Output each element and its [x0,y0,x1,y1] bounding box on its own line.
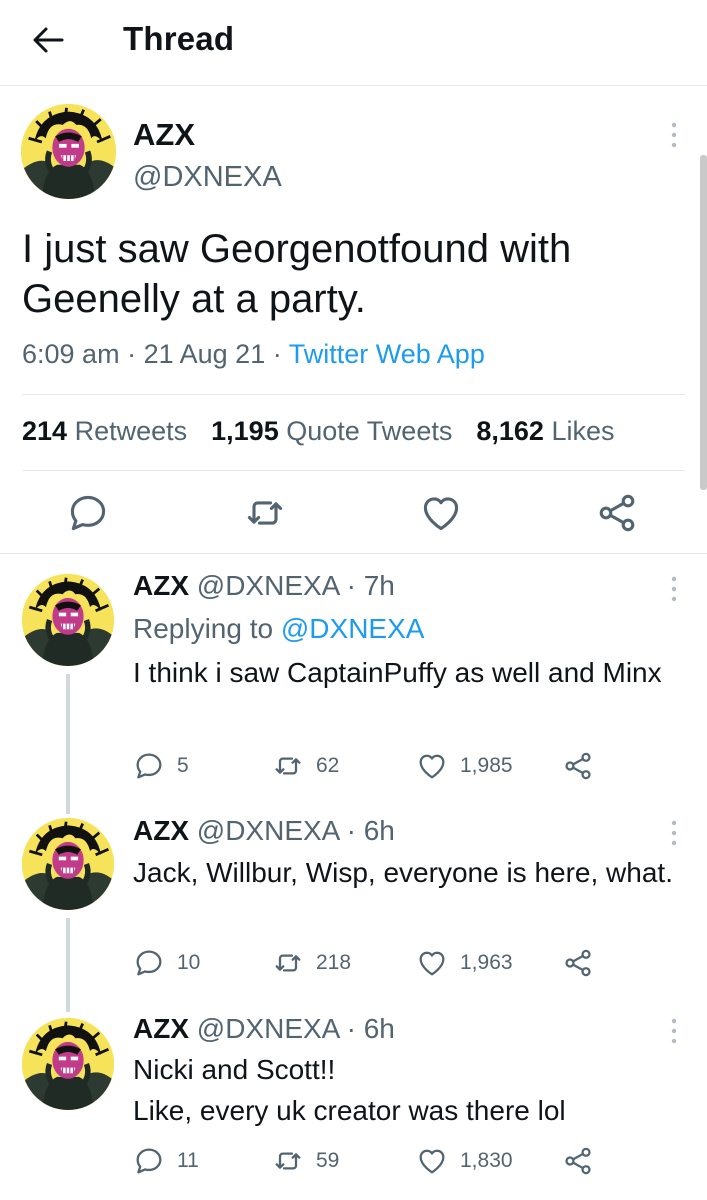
avatar[interactable] [21,104,116,199]
share-button[interactable] [562,750,594,782]
replying-to: Replying to @DXNEXA [133,613,424,645]
reply-button[interactable]: 10 [133,947,200,979]
likes-label: Likes [551,416,615,446]
share-icon [562,1145,594,1177]
retweets-label: Retweets [74,416,188,446]
share-icon [562,750,594,782]
reply-count: 10 [177,951,201,974]
display-name[interactable]: AZX [133,570,189,601]
avatar[interactable] [22,818,114,910]
like-icon [416,750,448,782]
meta-separator: · [127,339,137,369]
avatar[interactable] [22,1018,114,1110]
top-bar: Thread [0,0,707,86]
display-name[interactable]: AZX [133,1013,189,1044]
divider [22,394,685,395]
tweet-text: I think i saw CaptainPuffy as well and M… [133,657,662,688]
more-icon[interactable] [666,120,682,150]
meta-separator: · [272,339,282,369]
tweet-text: Nicki and Scott!! Like, every uk creator… [133,1049,673,1131]
retweet-icon [272,750,304,782]
username[interactable]: @DXNEXA [197,815,339,846]
likes-stat[interactable]: 8,162 Likes [476,416,614,446]
reply-icon[interactable] [66,491,110,535]
like-button[interactable]: 1,985 [416,750,513,782]
tweet-stats: 214 Retweets 1,195 Quote Tweets 8,162 Like… [22,416,638,447]
reply-icon [133,1145,165,1177]
retweets-stat[interactable]: 214 Retweets [22,416,187,446]
retweets-count: 214 [22,416,68,446]
tweet-date[interactable]: 21 Aug 21 [144,339,266,369]
divider [22,470,685,471]
retweet-count: 218 [316,951,352,974]
retweet-icon [272,1145,304,1177]
tweet-source-link[interactable]: Twitter Web App [289,339,485,369]
reply-button[interactable]: 11 [133,1145,199,1177]
like-icon [416,1145,448,1177]
reply-button[interactable]: 5 [133,750,189,782]
reply-icon [133,947,165,979]
tweet-time[interactable]: · 6h [347,815,395,846]
share-icon[interactable] [595,491,639,535]
more-icon[interactable] [666,818,682,848]
tweet-time[interactable]: 6:09 am [22,339,120,369]
replying-label: Replying to [133,613,274,644]
reply-header: AZX @DXNEXA · 6h [133,815,395,847]
retweet-icon [272,947,304,979]
username[interactable]: @DXNEXA [133,161,282,194]
share-button[interactable] [562,947,594,979]
reply-icon [133,750,165,782]
retweet-icon[interactable] [243,491,287,535]
like-icon [416,947,448,979]
more-icon[interactable] [666,574,682,604]
tweet-time[interactable]: · 7h [347,570,395,601]
like-button[interactable]: 1,830 [416,1145,513,1177]
back-arrow-icon[interactable] [28,22,68,58]
like-count: 1,830 [460,1149,513,1172]
thread-line [66,674,70,814]
avatar[interactable] [22,574,114,666]
reply-header: AZX @DXNEXA · 6h [133,1013,395,1045]
quote-tweets-label: Quote Tweets [286,416,453,446]
retweet-count: 59 [316,1149,340,1172]
tweet-text-line: Like, every uk creator was there lol [133,1095,566,1126]
like-count: 1,985 [460,754,513,777]
likes-count: 8,162 [476,416,544,446]
share-icon [562,947,594,979]
reply-header: AZX @DXNEXA · 7h [133,570,395,602]
like-count: 1,963 [460,951,513,974]
like-icon[interactable] [419,491,463,535]
tweet-text: I just saw Georgenotfound with Geenelly … [22,227,572,321]
like-button[interactable]: 1,963 [416,947,513,979]
retweet-button[interactable]: 62 [272,750,339,782]
share-button[interactable] [562,1145,594,1177]
display-name[interactable]: AZX [133,117,195,153]
more-icon[interactable] [666,1016,682,1046]
retweet-button[interactable]: 59 [272,1145,339,1177]
page-title: Thread [123,20,235,57]
quote-tweets-stat[interactable]: 1,195 Quote Tweets [211,416,452,446]
retweet-count: 62 [316,754,340,777]
divider [0,553,707,554]
display-name[interactable]: AZX [133,815,189,846]
username[interactable]: @DXNEXA [197,570,339,601]
retweet-button[interactable]: 218 [272,947,351,979]
thread-line [66,918,70,1012]
tweet-text: Jack, Willbur, Wisp, everyone is here, w… [133,857,673,888]
tweet-time[interactable]: · 6h [347,1013,395,1044]
mention-link[interactable]: @DXNEXA [281,613,425,644]
reply-count: 11 [177,1149,199,1172]
quote-tweets-count: 1,195 [211,416,279,446]
scrollbar[interactable] [700,155,707,490]
reply-count: 5 [177,754,189,777]
username[interactable]: @DXNEXA [197,1013,339,1044]
tweet-meta: 6:09 am · 21 Aug 21 · Twitter Web App [22,339,485,370]
tweet-text-line: Nicki and Scott!! [133,1054,336,1085]
